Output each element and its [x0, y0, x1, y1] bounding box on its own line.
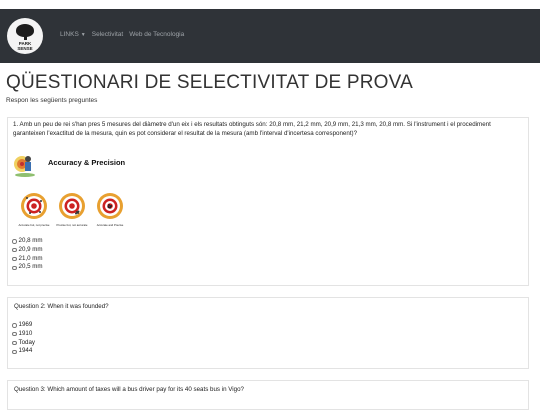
- option-q1-4[interactable]: 20,5 mm: [12, 263, 43, 272]
- option-q2-1[interactable]: 1969: [12, 321, 35, 330]
- target-icon-1: [21, 193, 47, 219]
- target-icon-3: [97, 193, 123, 219]
- radio-button[interactable]: [12, 331, 17, 337]
- radio-button[interactable]: [12, 256, 17, 262]
- navbar: PARK SENSE LINKS ▼ Selectivitat Web de Tec…: [0, 9, 540, 63]
- radio-button[interactable]: [12, 323, 17, 328]
- option-q1-2[interactable]: 20,9 mm: [12, 246, 43, 255]
- options-list-1: 20,8 mm 20,9 mm 21,0 mm 20,5 mm: [12, 237, 43, 272]
- nav-links-dropdown[interactable]: LINKS ▼: [60, 31, 86, 38]
- image-title: Accuracy & Precision: [48, 158, 126, 167]
- question-card-3: Question 3: Which amount of taxes will a…: [7, 380, 529, 410]
- question-card-1: 1. Amb un peu de rei s'han pres 5 mesure…: [7, 117, 529, 286]
- options-list-2: 1969 1910 Today 1944: [12, 321, 35, 356]
- radio-button[interactable]: [12, 349, 17, 355]
- caret-down-icon: ▼: [80, 32, 86, 38]
- caption-2: Precise but, not accurate: [57, 223, 88, 227]
- target-icon-2: [59, 193, 85, 219]
- radio-button[interactable]: [12, 340, 17, 346]
- accuracy-person-icon: [14, 156, 35, 177]
- page-title: QÜESTIONARI DE SELECTIVITAT DE PROVA: [6, 72, 413, 93]
- question-text-3: Question 3: Which amount of taxes will a…: [14, 386, 244, 393]
- nav-link-web-tecnologia[interactable]: Web de Tecnologia: [129, 31, 184, 38]
- top-strip: [0, 0, 540, 9]
- option-q1-3[interactable]: 21,0 mm: [12, 255, 43, 264]
- question-text-2: Question 2: When it was founded?: [14, 303, 109, 310]
- accuracy-precision-image: Accuracy & Precision Accurate but, not p…: [14, 156, 126, 227]
- option-q1-1[interactable]: 20,8 mm: [12, 237, 43, 246]
- question-card-2: Question 2: When it was founded? 1969 19…: [7, 297, 529, 369]
- site-logo[interactable]: PARK SENSE: [7, 18, 43, 54]
- caption-1: Accurate but, not precise: [19, 223, 50, 227]
- question-text-1: 1. Amb un peu de rei s'han pres 5 mesure…: [13, 121, 491, 137]
- option-q2-2[interactable]: 1910: [12, 330, 35, 339]
- option-q2-4[interactable]: 1944: [12, 347, 35, 356]
- nav-links: LINKS ▼ Selectivitat Web de Tecnologia: [60, 31, 184, 38]
- radio-button[interactable]: [12, 247, 17, 253]
- radio-button[interactable]: [12, 265, 17, 271]
- caption-3: Accurate and Precise: [97, 223, 124, 227]
- logo-text: PARK SENSE: [17, 41, 33, 51]
- radio-button[interactable]: [12, 239, 17, 244]
- option-q2-3[interactable]: Today: [12, 339, 35, 348]
- nav-link-selectivitat[interactable]: Selectivitat: [92, 31, 123, 38]
- page-subtitle: Respon les següents preguntes: [6, 97, 98, 104]
